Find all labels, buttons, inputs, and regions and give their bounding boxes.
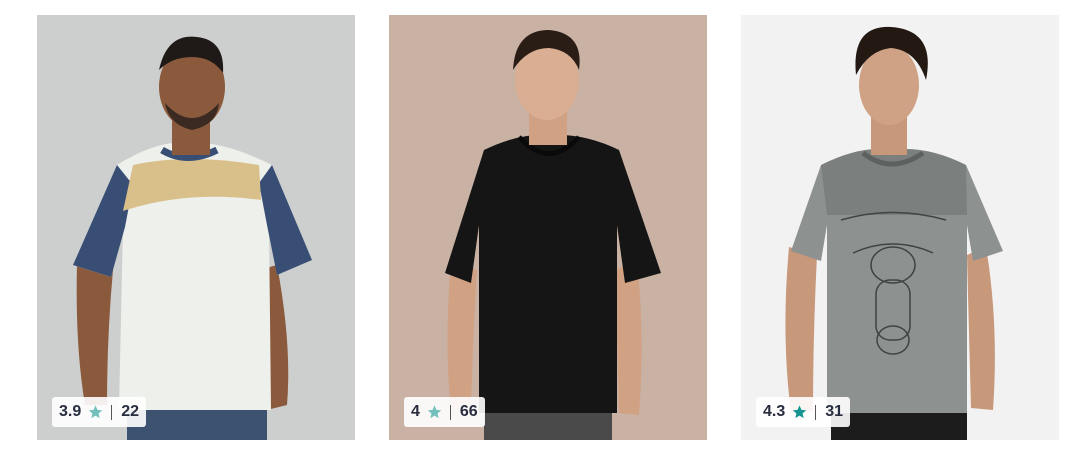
rating-count: 22 [121,403,140,420]
product-image[interactable] [37,15,355,440]
rating-badge: 3.9 22 [52,397,147,427]
star-icon [426,404,443,420]
rating-badge: 4.3 31 [756,397,851,427]
rating-count: 31 [825,403,844,420]
star-icon [87,404,104,420]
product-card[interactable]: 4 66 [389,15,707,440]
divider [815,404,817,420]
product-card[interactable]: 4.3 31 [741,15,1059,440]
divider [449,404,451,420]
rating-value: 3.9 [59,403,82,420]
product-grid: 3.9 22 4 66 4.3 31 [0,0,1080,460]
product-image[interactable] [389,15,707,440]
rating-count: 66 [459,403,478,420]
star-icon [791,404,808,420]
rating-value: 4.3 [763,403,786,420]
product-image[interactable] [741,15,1059,440]
product-card[interactable]: 3.9 22 [37,15,355,440]
rating-value: 4 [411,403,420,420]
divider [111,404,113,420]
rating-badge: 4 66 [404,397,485,427]
